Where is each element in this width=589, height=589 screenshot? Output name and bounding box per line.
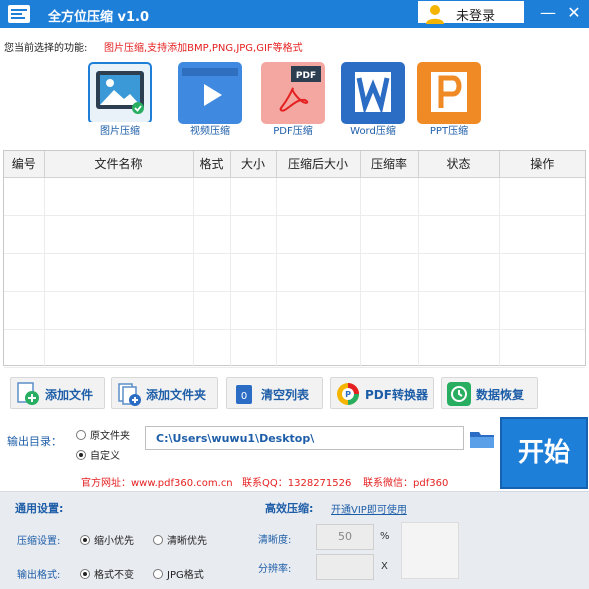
data-recovery-label: 数据恢复 (476, 388, 525, 402)
video-compress-icon (182, 68, 238, 106)
column-header[interactable]: 状态 (418, 151, 500, 178)
efficient-compress-title: 高效压缩: (265, 502, 314, 515)
start-button[interactable]: 开始 (500, 417, 588, 489)
close-button[interactable]: ✕ (562, 2, 586, 24)
function-description: 图片压缩,支持添加BMP,PNG,JPG,GIF等格式 (104, 43, 303, 54)
pdf-converter-icon: P (337, 383, 359, 405)
clear-list-label: 清空列表 (261, 388, 310, 402)
word-compress-icon (355, 72, 391, 115)
svg-text:PDF: PDF (296, 71, 316, 81)
column-header[interactable]: 文件名称 (44, 151, 194, 178)
tool-label: Word压缩 (350, 126, 396, 137)
original-folder-label: 原文件夹 (90, 431, 130, 442)
app-title: 全方位压缩 v1.0 (48, 10, 150, 25)
jpg-format-option[interactable]: JPG格式 (153, 566, 204, 581)
add-folder-label: 添加文件夹 (146, 388, 207, 402)
contact-qq: 联系QQ：1328271526 (242, 478, 352, 489)
vip-link[interactable]: 开通VIP即可使用 (331, 501, 407, 516)
svg-text:0: 0 (241, 391, 247, 402)
custom-folder-label: 自定义 (90, 451, 120, 462)
compress-setting-label: 压缩设置: (17, 536, 61, 547)
table-row (4, 215, 585, 254)
app-logo-icon (8, 5, 30, 23)
table-row (4, 329, 585, 368)
clear-list-icon: 0 (236, 385, 252, 404)
column-header[interactable]: 大小 (230, 151, 277, 178)
radio-jpg-format[interactable] (153, 569, 163, 579)
add-file-label: 添加文件 (45, 388, 94, 402)
column-header[interactable]: 格式 (193, 151, 231, 178)
official-website[interactable]: 官方网址：www.pdf360.com.cn (81, 474, 233, 489)
custom-folder-option[interactable]: 自定义 (76, 447, 120, 462)
folder-browse-icon[interactable] (468, 426, 496, 452)
pdf-compress-icon: PDF (279, 66, 321, 112)
add-folder-icon (118, 383, 141, 406)
radio-keep-format[interactable] (80, 569, 90, 579)
user-avatar-icon (426, 5, 444, 24)
tool-ppt-compress[interactable]: PPT压缩 (417, 62, 481, 138)
resolution-unit: X (381, 561, 388, 572)
add-file-button[interactable]: 添加文件 (10, 377, 105, 409)
table-row (4, 177, 585, 216)
file-table[interactable]: 编号 文件名称 格式 大小 压缩后大小 压缩率 状态 操作 (3, 150, 586, 368)
table-header-row: 编号 文件名称 格式 大小 压缩后大小 压缩率 状态 操作 (4, 151, 585, 178)
add-folder-button[interactable]: 添加文件夹 (111, 377, 218, 409)
clarity-first-option[interactable]: 清晰优先 (153, 532, 207, 547)
table-row (4, 253, 585, 292)
ppt-compress-icon (431, 72, 467, 112)
minimize-button[interactable]: — (536, 2, 560, 24)
column-header[interactable]: 编号 (4, 151, 45, 178)
add-file-icon (17, 382, 39, 405)
tool-label: PDF压缩 (273, 126, 313, 137)
column-header[interactable]: 操作 (499, 151, 585, 178)
tool-image-compress[interactable]: 图片压缩 (88, 62, 152, 138)
clear-list-button[interactable]: 0 清空列表 (226, 377, 323, 409)
column-header[interactable]: 压缩率 (360, 151, 419, 178)
login-button[interactable]: 未登录 (417, 0, 525, 24)
output-format-label: 输出格式: (17, 570, 61, 581)
data-recovery-button[interactable]: 数据恢复 (441, 377, 538, 409)
radio-clarity-first[interactable] (153, 535, 163, 545)
clarity-first-label: 清晰优先 (167, 536, 207, 547)
keep-format-option[interactable]: 格式不变 (80, 566, 134, 581)
keep-format-label: 格式不变 (94, 570, 134, 581)
clarity-input[interactable]: 50 (316, 524, 374, 550)
clarity-label: 清晰度: (258, 535, 292, 546)
radio-custom-folder[interactable] (76, 450, 86, 460)
pdf-converter-label: PDF转换器 (365, 388, 428, 402)
function-label: 您当前选择的功能: (4, 43, 88, 54)
data-recovery-icon (447, 382, 471, 406)
tool-video-compress[interactable]: 视频压缩 (178, 62, 242, 138)
clarity-unit: % (380, 531, 390, 542)
shrink-first-label: 缩小优先 (94, 536, 134, 547)
radio-shrink-first[interactable] (80, 535, 90, 545)
tool-label: 视频压缩 (190, 126, 230, 137)
radio-original-folder[interactable] (76, 430, 86, 440)
jpg-format-label: JPG格式 (167, 570, 204, 581)
title-bar: 全方位压缩 v1.0 未登录 — ✕ (0, 0, 589, 28)
output-directory-label: 输出目录： (7, 435, 62, 448)
output-path-input[interactable] (145, 426, 464, 450)
table-row (4, 291, 585, 330)
login-label: 未登录 (456, 9, 496, 24)
tool-word-compress[interactable]: Word压缩 (341, 62, 405, 138)
tool-pdf-compress[interactable]: PDF PDF压缩 (261, 62, 325, 138)
column-header[interactable]: 压缩后大小 (276, 151, 361, 178)
pdf-converter-button[interactable]: P PDF转换器 (330, 377, 434, 409)
tool-label: 图片压缩 (88, 122, 152, 137)
shrink-first-option[interactable]: 缩小优先 (80, 532, 134, 547)
resolution-input[interactable] (316, 554, 374, 580)
tool-label: PPT压缩 (429, 126, 469, 137)
resolution-label: 分辨率: (258, 564, 292, 575)
settings-panel: 通用设置: 高效压缩: 开通VIP即可使用 压缩设置: 缩小优先 清晰优先 输出… (0, 491, 589, 589)
image-compress-icon (96, 71, 144, 114)
original-folder-option[interactable]: 原文件夹 (76, 427, 130, 442)
efficient-compress-preview (401, 522, 459, 579)
contact-wechat: 联系微信：pdf360 (363, 478, 449, 489)
svg-text:P: P (345, 390, 351, 399)
general-settings-title: 通用设置: (15, 502, 64, 515)
